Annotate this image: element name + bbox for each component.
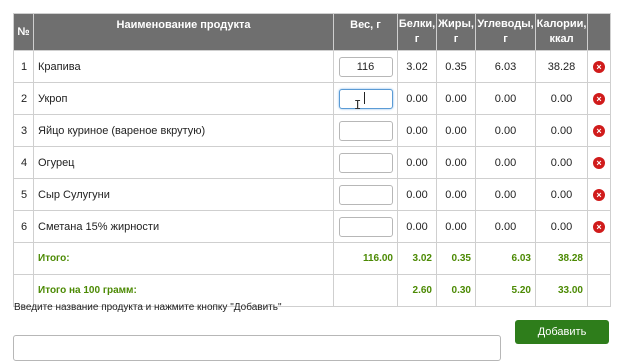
per100-weight-cell <box>333 274 398 307</box>
products-table: № Наименование продукта Вес, г Белки, г … <box>13 13 611 307</box>
header-carbs: Углеводы, г <box>475 13 536 51</box>
row-num: 3 <box>13 114 34 147</box>
table-row: 1 Крапива 3.02 0.35 6.03 38.28 × <box>13 50 611 83</box>
header-calories: Калории, ккал <box>535 13 588 51</box>
weight-cell <box>333 82 398 115</box>
carbs-value: 0.00 <box>475 178 536 211</box>
header-num: № <box>13 13 34 51</box>
delete-cell: × <box>587 82 611 115</box>
delete-cell: × <box>587 146 611 179</box>
product-name: Сыр Сулугуни <box>33 178 334 211</box>
product-search-input[interactable] <box>13 335 501 361</box>
header-fat: Жиры, г <box>436 13 476 51</box>
per100-carbs: 5.20 <box>475 274 536 307</box>
weight-cell <box>333 210 398 243</box>
delete-x-icon[interactable]: × <box>593 92 605 105</box>
header-name: Наименование продукта <box>33 13 334 51</box>
carbs-value: 6.03 <box>475 50 536 83</box>
delete-x-icon[interactable]: × <box>593 124 605 137</box>
per100-protein: 2.60 <box>397 274 437 307</box>
total-action-cell <box>587 242 611 275</box>
per100-calories: 33.00 <box>535 274 588 307</box>
row-num: 4 <box>13 146 34 179</box>
calories-value: 0.00 <box>535 178 588 211</box>
carbs-value: 0.00 <box>475 210 536 243</box>
weight-cell <box>333 50 398 83</box>
protein-value: 0.00 <box>397 82 437 115</box>
row-num: 2 <box>13 82 34 115</box>
table-row: 3 Яйцо куриное (вареное вкрутую) 0.00 0.… <box>13 114 611 147</box>
row-num: 6 <box>13 210 34 243</box>
calories-value: 38.28 <box>535 50 588 83</box>
calories-value: 0.00 <box>535 210 588 243</box>
header-protein: Белки, г <box>397 13 437 51</box>
calories-value: 0.00 <box>535 82 588 115</box>
total-calories: 38.28 <box>535 242 588 275</box>
table-row: 5 Сыр Сулугуни 0.00 0.00 0.00 0.00 × <box>13 178 611 211</box>
protein-value: 3.02 <box>397 50 437 83</box>
weight-cell <box>333 114 398 147</box>
text-caret <box>364 92 365 104</box>
ibeam-cursor-icon: I <box>354 98 362 112</box>
per100-fat: 0.30 <box>436 274 476 307</box>
delete-cell: × <box>587 50 611 83</box>
table-row: 6 Сметана 15% жирности 0.00 0.00 0.00 0.… <box>13 210 611 243</box>
row-num: 5 <box>13 178 34 211</box>
header-weight: Вес, г <box>333 13 398 51</box>
table-row: 4 Огурец 0.00 0.00 0.00 0.00 × <box>13 146 611 179</box>
fat-value: 0.00 <box>436 82 476 115</box>
product-name: Крапива <box>33 50 334 83</box>
weight-cell <box>333 146 398 179</box>
fat-value: 0.00 <box>436 178 476 211</box>
product-name: Укроп <box>33 82 334 115</box>
protein-value: 0.00 <box>397 210 437 243</box>
add-product-hint: Введите название продукта и нажмите кноп… <box>14 302 282 313</box>
carbs-value: 0.00 <box>475 146 536 179</box>
carbs-value: 0.00 <box>475 114 536 147</box>
total-carbs: 6.03 <box>475 242 536 275</box>
calories-value: 0.00 <box>535 146 588 179</box>
weight-input[interactable] <box>338 88 393 109</box>
delete-x-icon[interactable]: × <box>593 60 605 73</box>
weight-cell <box>333 178 398 211</box>
total-fat: 0.35 <box>436 242 476 275</box>
protein-value: 0.00 <box>397 114 437 147</box>
delete-cell: × <box>587 114 611 147</box>
delete-cell: × <box>587 178 611 211</box>
weight-input[interactable] <box>338 120 393 141</box>
delete-cell: × <box>587 210 611 243</box>
total-weight: 116.00 <box>333 242 398 275</box>
product-name: Яйцо куриное (вареное вкрутую) <box>33 114 334 147</box>
fat-value: 0.00 <box>436 146 476 179</box>
total-protein: 3.02 <box>397 242 437 275</box>
row-num: 1 <box>13 50 34 83</box>
total-row: Итого: 116.00 3.02 0.35 6.03 38.28 <box>13 242 611 275</box>
weight-input[interactable] <box>338 184 393 205</box>
fat-value: 0.00 <box>436 114 476 147</box>
total-label: Итого: <box>33 242 334 275</box>
table-header-row: № Наименование продукта Вес, г Белки, г … <box>13 13 611 51</box>
delete-x-icon[interactable]: × <box>593 188 605 201</box>
table-row: 2 Укроп 0.00 0.00 0.00 0.00 × <box>13 82 611 115</box>
product-name: Огурец <box>33 146 334 179</box>
product-name: Сметана 15% жирности <box>33 210 334 243</box>
fat-value: 0.35 <box>436 50 476 83</box>
add-button[interactable]: Добавить <box>515 320 609 344</box>
protein-value: 0.00 <box>397 146 437 179</box>
weight-input[interactable] <box>338 56 393 77</box>
protein-value: 0.00 <box>397 178 437 211</box>
delete-x-icon[interactable]: × <box>593 156 605 169</box>
per100-action-cell <box>587 274 611 307</box>
carbs-value: 0.00 <box>475 82 536 115</box>
weight-input[interactable] <box>338 216 393 237</box>
fat-value: 0.00 <box>436 210 476 243</box>
weight-input[interactable] <box>338 152 393 173</box>
header-actions <box>587 13 611 51</box>
delete-x-icon[interactable]: × <box>593 220 605 233</box>
total-num-cell <box>13 242 34 275</box>
calories-value: 0.00 <box>535 114 588 147</box>
